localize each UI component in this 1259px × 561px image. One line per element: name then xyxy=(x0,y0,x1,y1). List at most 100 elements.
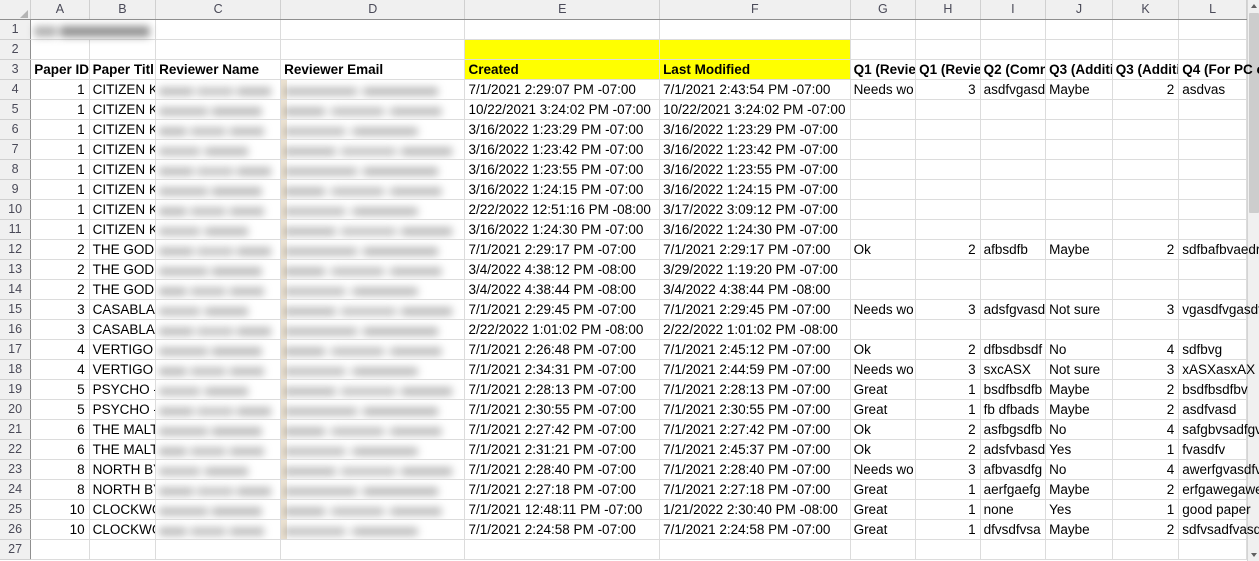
cell-reviewer-name-10[interactable] xyxy=(156,199,281,219)
cell-q1-text-8[interactable] xyxy=(850,159,916,179)
cell-q2-16[interactable] xyxy=(980,319,1046,339)
cell-q1-num-12[interactable]: 2 xyxy=(916,239,981,259)
cell-q1-num-25[interactable]: 1 xyxy=(916,499,981,519)
row-header-3[interactable]: 3 xyxy=(0,59,31,79)
cell-q4-15[interactable]: vgasdfvgasdfv xyxy=(1179,299,1247,319)
cell-paper-title-8[interactable]: CITIZEN KÀ xyxy=(89,159,156,179)
cell-q4-6[interactable] xyxy=(1179,119,1247,139)
cell-paper-id-7[interactable]: 1 xyxy=(31,139,89,159)
cell-q1-text-14[interactable] xyxy=(850,279,916,299)
cell-q1-text-25[interactable]: Great xyxy=(850,499,916,519)
table-row[interactable]: 101CITIZEN KÀ2/22/2022 12:51:16 PM -08:0… xyxy=(0,199,1247,219)
cell-last-modified-11[interactable]: 3/16/2022 1:24:30 PM -07:00 xyxy=(660,219,851,239)
cell-last-modified-17[interactable]: 7/1/2021 2:45:12 PM -07:00 xyxy=(660,339,851,359)
cell-reviewer-email-16[interactable] xyxy=(281,319,465,339)
cell-reviewer-email-11[interactable] xyxy=(281,219,465,239)
cell-q3-text-25[interactable]: Yes xyxy=(1046,499,1113,519)
cell-created-13[interactable]: 3/4/2022 4:38:12 PM -08:00 xyxy=(465,259,660,279)
cell-reviewer-name-15[interactable] xyxy=(156,299,281,319)
header-cell-reviewer-name[interactable]: Reviewer Name xyxy=(156,59,281,79)
cell-reviewer-name-12[interactable] xyxy=(156,239,281,259)
cell-q3-num-25[interactable]: 1 xyxy=(1112,499,1179,519)
cell-q3-num-22[interactable]: 1 xyxy=(1112,439,1179,459)
cell-paper-id-16[interactable]: 3 xyxy=(31,319,89,339)
cell-paper-title-5[interactable]: CITIZEN KÀ xyxy=(89,99,156,119)
table-row[interactable]: 163CASABLAN2/22/2022 1:01:02 PM -08:002/… xyxy=(0,319,1247,339)
table-row[interactable]: 142THE GODF3/4/2022 4:38:44 PM -08:003/4… xyxy=(0,279,1247,299)
cell-paper-id-11[interactable]: 1 xyxy=(31,219,89,239)
cell-last-modified-14[interactable]: 3/4/2022 4:38:44 PM -08:00 xyxy=(660,279,851,299)
cell-q2-22[interactable]: adsfvbasd xyxy=(980,439,1046,459)
cell-q3-text-18[interactable]: Not sure xyxy=(1046,359,1113,379)
cell-q3-text-26[interactable]: Maybe xyxy=(1046,519,1113,539)
cell-reviewer-name-22[interactable] xyxy=(156,439,281,459)
cell-q2-10[interactable] xyxy=(980,199,1046,219)
table-row[interactable]: 226THE MALT7/1/2021 2:31:21 PM -07:007/1… xyxy=(0,439,1247,459)
cell-created-4[interactable]: 7/1/2021 2:29:07 PM -07:00 xyxy=(465,79,660,99)
cell-q2-23[interactable]: afbvasdfg xyxy=(980,459,1046,479)
table-row[interactable]: 248NORTH BY7/1/2021 2:27:18 PM -07:007/1… xyxy=(0,479,1247,499)
cell-q2-24[interactable]: aerfgaefg xyxy=(980,479,1046,499)
cell-C27[interactable] xyxy=(156,539,281,559)
cell-q3-text-6[interactable] xyxy=(1046,119,1113,139)
cell-q1-text-20[interactable]: Great xyxy=(850,399,916,419)
cell-q1-num-4[interactable]: 3 xyxy=(916,79,981,99)
cell-H1[interactable] xyxy=(916,19,981,39)
cell-G2[interactable] xyxy=(850,39,916,59)
cell-q3-num-11[interactable] xyxy=(1112,219,1179,239)
cell-paper-title-14[interactable]: THE GODF xyxy=(89,279,156,299)
cell-reviewer-name-25[interactable] xyxy=(156,499,281,519)
cell-L1[interactable] xyxy=(1179,19,1247,39)
cell-q1-text-12[interactable]: Ok xyxy=(850,239,916,259)
cell-B27[interactable] xyxy=(89,539,156,559)
cell-q2-11[interactable] xyxy=(980,219,1046,239)
header-cell-last-modified[interactable]: Last Modified xyxy=(660,59,851,79)
cell-paper-title-12[interactable]: THE GODF xyxy=(89,239,156,259)
cell-q2-13[interactable] xyxy=(980,259,1046,279)
cell-q3-num-15[interactable]: 3 xyxy=(1112,299,1179,319)
cell-paper-id-23[interactable]: 8 xyxy=(31,459,89,479)
cell-reviewer-name-7[interactable] xyxy=(156,139,281,159)
cell-q1-num-14[interactable] xyxy=(916,279,981,299)
cell-q2-15[interactable]: adsfgvasd xyxy=(980,299,1046,319)
column-header-C[interactable]: C xyxy=(156,0,281,19)
cell-paper-id-5[interactable]: 1 xyxy=(31,99,89,119)
cell-reviewer-email-4[interactable] xyxy=(281,79,465,99)
cell-last-modified-18[interactable]: 7/1/2021 2:44:59 PM -07:00 xyxy=(660,359,851,379)
cell-paper-title-22[interactable]: THE MALT xyxy=(89,439,156,459)
cell-reviewer-email-8[interactable] xyxy=(281,159,465,179)
cell-reviewer-name-8[interactable] xyxy=(156,159,281,179)
cell-paper-title-21[interactable]: THE MALT xyxy=(89,419,156,439)
cell-q2-17[interactable]: dfbsdbsdf xyxy=(980,339,1046,359)
cell-created-5[interactable]: 10/22/2021 3:24:02 PM -07:00 xyxy=(465,99,660,119)
cell-created-16[interactable]: 2/22/2022 1:01:02 PM -08:00 xyxy=(465,319,660,339)
cell-q4-23[interactable]: awerfgvasdfv xyxy=(1179,459,1247,479)
cell-last-modified-20[interactable]: 7/1/2021 2:30:55 PM -07:00 xyxy=(660,399,851,419)
cell-q3-text-23[interactable]: No xyxy=(1046,459,1113,479)
cell-paper-id-26[interactable]: 10 xyxy=(31,519,89,539)
cell-L2[interactable] xyxy=(1179,39,1247,59)
cell-q1-text-4[interactable]: Needs wo xyxy=(850,79,916,99)
cell-paper-id-19[interactable]: 5 xyxy=(31,379,89,399)
cell-reviewer-email-10[interactable] xyxy=(281,199,465,219)
cell-q3-text-8[interactable] xyxy=(1046,159,1113,179)
cell-created-22[interactable]: 7/1/2021 2:31:21 PM -07:00 xyxy=(465,439,660,459)
row-header-20[interactable]: 20 xyxy=(0,399,31,419)
cell-q3-num-12[interactable]: 2 xyxy=(1112,239,1179,259)
cell-q4-12[interactable]: sdfbafbvaedri xyxy=(1179,239,1247,259)
cell-created-11[interactable]: 3/16/2022 1:24:30 PM -07:00 xyxy=(465,219,660,239)
cell-q4-11[interactable] xyxy=(1179,219,1247,239)
cell-reviewer-name-11[interactable] xyxy=(156,219,281,239)
cell-last-modified-9[interactable]: 3/16/2022 1:24:15 PM -07:00 xyxy=(660,179,851,199)
cell-q3-text-14[interactable] xyxy=(1046,279,1113,299)
cell-G27[interactable] xyxy=(850,539,916,559)
cell-q1-text-10[interactable] xyxy=(850,199,916,219)
cell-q1-text-7[interactable] xyxy=(850,139,916,159)
cell-q2-6[interactable] xyxy=(980,119,1046,139)
cell-reviewer-name-20[interactable] xyxy=(156,399,281,419)
cell-paper-id-20[interactable]: 5 xyxy=(31,399,89,419)
cell-q1-text-21[interactable]: Ok xyxy=(850,419,916,439)
row-header-7[interactable]: 7 xyxy=(0,139,31,159)
cell-q1-text-18[interactable]: Needs wo xyxy=(850,359,916,379)
column-header-H[interactable]: H xyxy=(916,0,981,19)
